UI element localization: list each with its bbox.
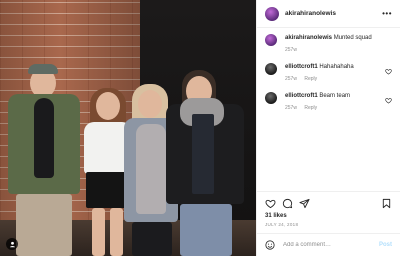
post-comment-button[interactable]: Post	[379, 242, 392, 248]
comment-username[interactable]: elliottcroft1	[285, 93, 318, 99]
tagged-users-icon[interactable]	[6, 238, 18, 250]
like-comment-heart-icon[interactable]	[385, 68, 392, 75]
reply-button[interactable]: Reply	[304, 105, 317, 111]
comment-item: elliottcroft1 Hahahahaha 257w Reply	[265, 63, 392, 84]
bookmark-icon[interactable]	[381, 198, 392, 209]
author-avatar[interactable]	[265, 34, 277, 46]
user-icon	[9, 241, 15, 247]
commenter-avatar[interactable]	[265, 63, 277, 75]
emoji-icon[interactable]	[265, 240, 275, 250]
add-comment-bar: Post	[257, 233, 400, 256]
instagram-post: akirahiranolewis ••• akirahiranolewis Mu…	[0, 0, 400, 256]
post-header: akirahiranolewis •••	[257, 0, 400, 28]
likes-count[interactable]: 31 likes	[265, 213, 392, 219]
commenter-avatar[interactable]	[265, 92, 277, 104]
person-leather-jacket	[166, 70, 244, 256]
person-green-jacket	[4, 64, 84, 256]
author-avatar[interactable]	[265, 6, 279, 21]
more-options-icon[interactable]: •••	[382, 9, 392, 18]
comment-input[interactable]	[281, 241, 379, 249]
post-actions: 31 likes JULY 24, 2018	[257, 191, 400, 227]
author-username[interactable]: akirahiranolewis	[285, 10, 336, 17]
post-photo[interactable]	[0, 0, 256, 256]
caption-age[interactable]: 257w	[285, 47, 297, 53]
post-date: JULY 24, 2018	[265, 222, 299, 227]
comment-icon[interactable]	[282, 198, 293, 209]
share-icon[interactable]	[299, 198, 310, 209]
reply-button[interactable]: Reply	[304, 76, 317, 82]
caption: akirahiranolewis Munted squad 257w	[265, 34, 392, 55]
post-side-panel: akirahiranolewis ••• akirahiranolewis Mu…	[256, 0, 400, 256]
comment-age[interactable]: 257w	[285, 105, 297, 111]
comment-age[interactable]: 257w	[285, 76, 297, 82]
comment-username[interactable]: elliottcroft1	[285, 64, 318, 70]
heart-icon[interactable]	[265, 198, 276, 209]
comment-text: Beam team	[319, 93, 351, 99]
caption-text: Munted squad	[333, 35, 372, 41]
comment-item: elliottcroft1 Beam team 257w Reply	[265, 92, 392, 113]
comment-text: Hahahahaha	[319, 64, 354, 70]
comments-list: akirahiranolewis Munted squad 257w ellio…	[257, 28, 400, 191]
like-comment-heart-icon[interactable]	[385, 97, 392, 104]
caption-username[interactable]: akirahiranolewis	[285, 35, 332, 41]
